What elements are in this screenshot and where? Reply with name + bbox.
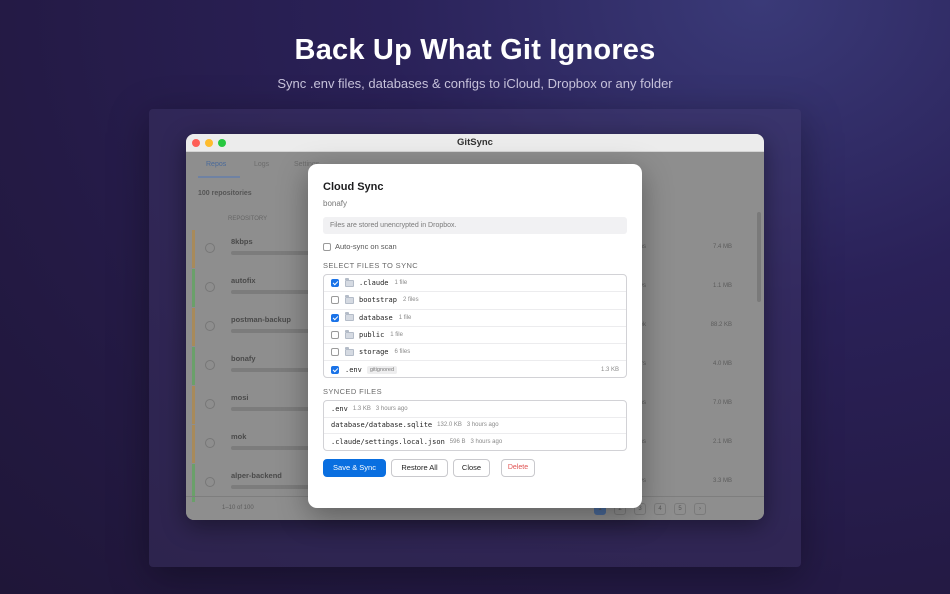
file-count: 6 files <box>394 349 411 356</box>
file-select-row[interactable]: bootstrap 2 files <box>324 292 626 310</box>
repo-name: bonafy <box>231 354 256 363</box>
folder-icon <box>345 312 354 322</box>
repo-size: 2.1 MB <box>712 439 732 445</box>
file-select-row[interactable]: storage 6 files <box>324 344 626 362</box>
autosync-label: Auto-sync on scan <box>335 242 397 251</box>
synced-file-size: 1.3 KB <box>352 405 371 412</box>
close-button[interactable]: Close <box>453 459 490 477</box>
synced-files-label: SYNCED FILES <box>323 387 382 396</box>
file-checkbox[interactable] <box>331 331 339 340</box>
hero-title: Back Up What Git Ignores <box>294 34 656 66</box>
window-title: GitSync <box>457 137 493 148</box>
file-checkbox[interactable] <box>331 366 339 375</box>
autosync-checkbox[interactable] <box>323 242 331 251</box>
file-select-list: .claude 1 file bootstrap 2 files database 1 f… <box>323 274 627 378</box>
synced-files-list: .env 1.3 KB 3 hours ago database/database.s… <box>323 400 627 451</box>
repo-name: mok <box>231 432 247 441</box>
dialog-title: Cloud Sync <box>323 181 384 193</box>
repo-name: autofix <box>231 276 256 285</box>
row-select-radio[interactable] <box>205 243 215 253</box>
file-name: .env <box>345 366 362 375</box>
row-select-radio[interactable] <box>205 360 215 370</box>
hero-subtitle: Sync .env files, databases & configs to … <box>277 76 673 91</box>
synced-file-row: .claude/settings.local.json 596 B 3 hours … <box>324 434 626 450</box>
encryption-notice: Files are stored unencrypted in Dropbox. <box>323 217 627 234</box>
row-select-radio[interactable] <box>205 399 215 409</box>
file-count: 1 file <box>394 280 408 287</box>
repo-path-placeholder <box>231 485 311 489</box>
tab-repos[interactable]: Repos <box>206 161 226 168</box>
file-select-row[interactable]: database 1 file <box>324 310 626 327</box>
repo-size: 4.0 MB <box>712 361 732 367</box>
file-select-row[interactable]: .claude 1 file <box>324 275 626 293</box>
file-name: storage <box>359 348 389 357</box>
file-count: 1 file <box>390 332 403 339</box>
select-files-label: SELECT FILES TO SYNC <box>323 261 419 270</box>
synced-file-time: 3 hours ago <box>375 405 408 412</box>
file-name: public <box>359 331 385 340</box>
repo-name: 8kbps <box>231 237 253 246</box>
file-checkbox[interactable] <box>331 296 339 305</box>
file-name: database <box>359 313 393 322</box>
synced-file-size: 132.0 KB <box>437 422 462 429</box>
row-select-radio[interactable] <box>205 282 215 292</box>
file-count: 1 file <box>398 314 412 321</box>
row-select-radio[interactable] <box>205 321 215 331</box>
active-tab-indicator <box>198 176 240 178</box>
repo-count: 100 repositories <box>198 190 252 197</box>
repo-size: 7.4 MB <box>712 244 732 250</box>
repo-name: alper-backend <box>231 471 282 480</box>
column-header-repository: REPOSITORY <box>228 216 268 222</box>
file-checkbox[interactable] <box>331 279 339 288</box>
dialog-subtitle: bonafy <box>323 199 348 208</box>
pagination-text: 1–10 of 100 <box>222 505 254 511</box>
file-select-row[interactable]: public 1 file <box>324 327 626 345</box>
page-button[interactable]: 5 <box>674 503 686 515</box>
repo-path-placeholder <box>231 407 311 411</box>
file-name: .claude <box>359 279 389 288</box>
row-select-radio[interactable] <box>205 477 215 487</box>
repo-path-placeholder <box>231 329 311 333</box>
gitignored-badge: gitignored <box>366 366 398 375</box>
repo-size: 3.3 MB <box>712 478 732 484</box>
folder-icon <box>345 294 354 304</box>
repo-path-placeholder <box>231 290 311 294</box>
synced-file-size: 596 B <box>449 439 466 446</box>
file-select-row[interactable]: .env gitignored 1.3 KB <box>324 361 626 377</box>
folder-icon <box>345 346 354 356</box>
repo-path-placeholder <box>231 446 311 450</box>
synced-file-time: 3 hours ago <box>466 422 499 429</box>
title-bar: GitSync <box>186 134 764 152</box>
folder-icon <box>345 277 354 287</box>
page-button[interactable]: 4 <box>654 503 666 515</box>
synced-file-row: database/database.sqlite 132.0 KB 3 hours … <box>324 418 626 434</box>
synced-file-name: .env <box>331 404 348 413</box>
repo-name: mosi <box>231 393 249 402</box>
repo-size: 88.2 KB <box>710 322 732 328</box>
scrollbar[interactable] <box>757 212 761 302</box>
tab-logs[interactable]: Logs <box>254 161 269 168</box>
file-checkbox[interactable] <box>331 348 339 357</box>
cloud-sync-dialog: Cloud Sync bonafy Files are stored unenc… <box>308 164 642 508</box>
page-button[interactable]: › <box>694 503 706 515</box>
repo-size: 7.0 MB <box>712 400 732 406</box>
synced-file-name: .claude/settings.local.json <box>331 438 445 447</box>
row-select-radio[interactable] <box>205 438 215 448</box>
save-and-sync-button[interactable]: Save & Sync <box>323 459 386 477</box>
file-size: 1.3 KB <box>600 367 619 374</box>
repo-path-placeholder <box>231 251 311 255</box>
file-checkbox[interactable] <box>331 313 339 322</box>
file-name: bootstrap <box>359 296 397 305</box>
file-count: 2 files <box>402 297 419 304</box>
synced-file-name: database/database.sqlite <box>331 421 433 430</box>
synced-file-row: .env 1.3 KB 3 hours ago <box>324 401 626 418</box>
folder-icon <box>345 329 354 339</box>
delete-button[interactable]: Delete <box>501 459 535 477</box>
synced-file-time: 3 hours ago <box>470 439 503 446</box>
restore-all-button[interactable]: Restore All <box>391 459 448 477</box>
repo-path-placeholder <box>231 368 311 372</box>
autosync-toggle[interactable]: Auto-sync on scan <box>323 242 397 251</box>
repo-name: postman-backup <box>231 315 292 324</box>
repo-size: 1.1 MB <box>712 283 732 289</box>
